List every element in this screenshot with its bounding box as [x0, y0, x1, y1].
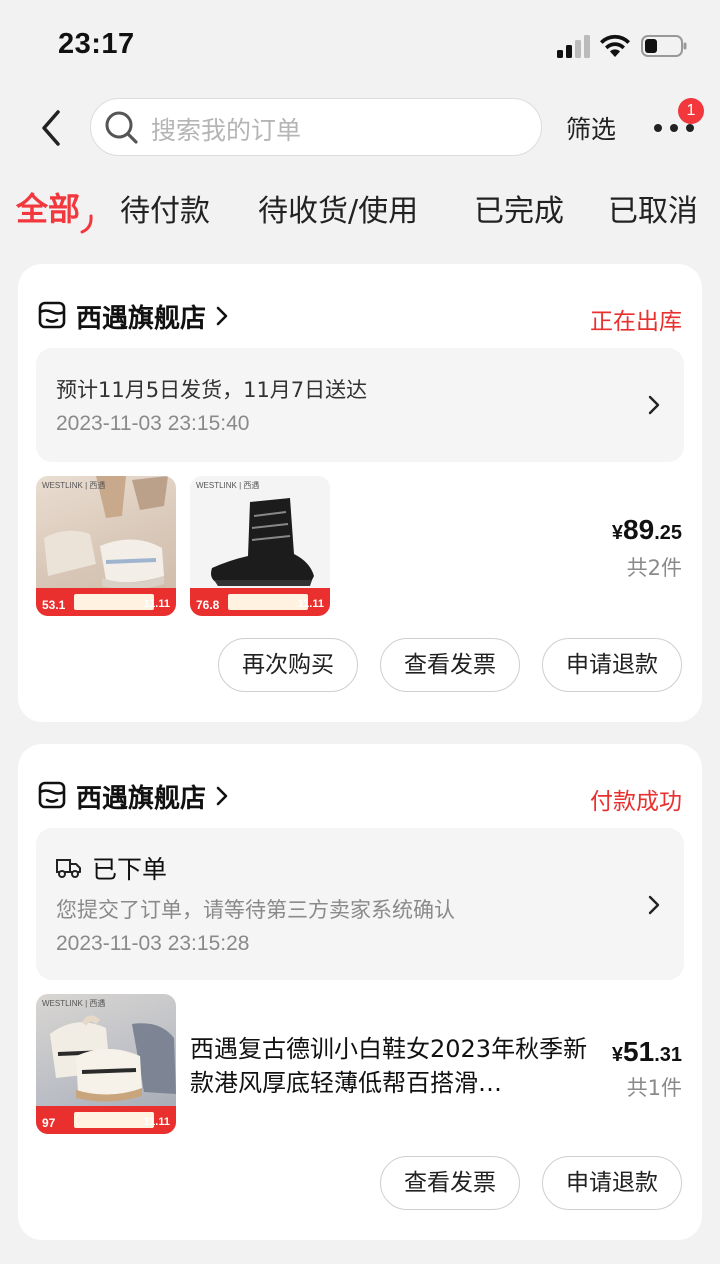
view-invoice-button[interactable]: 查看发票 [380, 1156, 520, 1210]
tab-cancelled[interactable]: 已取消 [608, 186, 698, 230]
wifi-icon [600, 34, 630, 57]
store-name: 西遇旗舰店 [76, 784, 207, 814]
order-tabs: 全部 待付款 待收货/使用 已完成 已取消 [0, 180, 720, 240]
progress-description: 您提交了订单，请等待第三方卖家系统确认 [56, 898, 455, 922]
request-refund-button[interactable]: 申请退款 [542, 1156, 682, 1210]
thumb-price: 97 [40, 1116, 58, 1130]
brand-label: WESTLINK | 西遇 [42, 481, 106, 490]
more-dot [686, 124, 694, 132]
item-count: 共2件 [626, 556, 682, 580]
status-bar: 23:17 [0, 0, 720, 92]
more-dot [670, 124, 678, 132]
status-time: 23:17 [58, 28, 135, 60]
order-timestamp: 2023-11-03 23:15:28 [56, 932, 250, 955]
thumb-price: 53.1 [40, 598, 68, 612]
notification-badge: 1 [678, 98, 704, 124]
product-thumbnail[interactable]: WESTLINK | 西遇 53.1 11.11 [36, 476, 176, 616]
brand-label: WESTLINK | 西遇 [42, 999, 106, 1008]
battery-icon [641, 35, 687, 57]
order-progress-info[interactable]: 已下单 您提交了订单，请等待第三方卖家系统确认 2023-11-03 23:15… [36, 828, 684, 980]
order-status: 付款成功 [590, 789, 682, 815]
chevron-right-icon [648, 395, 660, 415]
price-integer: 51 [623, 1036, 655, 1067]
promo-tag [74, 594, 154, 610]
active-tab-indicator [80, 214, 93, 234]
product-title[interactable]: 西遇复古德训小白鞋女2023年秋季新款港风厚底轻薄低帮百搭滑… [190, 1032, 590, 1100]
search-placeholder: 搜索我的订单 [151, 116, 302, 145]
promo-tag [228, 594, 308, 610]
cellular-signal-icon [557, 35, 590, 58]
more-dot [654, 124, 662, 132]
delivery-truck-icon [56, 859, 81, 878]
delivery-estimate: 预计11月5日发货，11月7日送达 [56, 378, 368, 402]
order-card[interactable]: 西遇旗舰店 付款成功 已下单 您提交了订单，请等待第三方卖家系统确认 2023-… [18, 744, 702, 1240]
promo-tag [74, 1112, 154, 1128]
chevron-right-icon [216, 786, 228, 806]
order-price: ¥51.31 [612, 1036, 682, 1068]
filter-button[interactable]: 筛选 [566, 110, 616, 146]
tab-pending-payment[interactable]: 待付款 [120, 186, 210, 230]
buy-again-button[interactable]: 再次购买 [218, 638, 358, 692]
view-invoice-button[interactable]: 查看发票 [380, 638, 520, 692]
tab-pending-receipt[interactable]: 待收货/使用 [258, 186, 418, 230]
store-name: 西遇旗舰店 [76, 304, 207, 334]
request-refund-button[interactable]: 申请退款 [542, 638, 682, 692]
product-thumbnail[interactable]: WESTLINK | 西遇 76.8 11.11 [190, 476, 330, 616]
store-icon [38, 301, 66, 329]
tab-completed[interactable]: 已完成 [474, 186, 564, 230]
chevron-right-icon [648, 895, 660, 915]
product-thumbnail[interactable]: WESTLINK | 西遇 97 11.11 [36, 994, 176, 1134]
currency-symbol: ¥ [611, 1044, 624, 1066]
back-button[interactable] [34, 104, 70, 152]
item-count: 共1件 [626, 1076, 682, 1100]
thumb-badge: 11.11 [143, 1116, 170, 1128]
currency-symbol: ¥ [611, 522, 624, 544]
thumb-price: 76.8 [194, 598, 222, 612]
chevron-right-icon [216, 306, 228, 326]
shipping-info[interactable]: 预计11月5日发货，11月7日送达 2023-11-03 23:15:40 [36, 348, 684, 462]
progress-title: 已下单 [92, 855, 168, 884]
brand-label: WESTLINK | 西遇 [196, 481, 260, 490]
thumb-badge: 11.11 [143, 598, 170, 610]
store-icon [38, 781, 66, 809]
tab-all[interactable]: 全部 [16, 184, 80, 230]
order-timestamp: 2023-11-03 23:15:40 [56, 412, 250, 435]
search-icon [105, 111, 138, 144]
price-decimal: .25 [654, 522, 682, 544]
search-input[interactable]: 搜索我的订单 [90, 98, 542, 156]
thumb-badge: 11.11 [297, 598, 324, 610]
order-status: 正在出库 [590, 309, 682, 335]
price-decimal: .31 [654, 1044, 682, 1066]
order-price: ¥89.25 [612, 514, 682, 546]
price-integer: 89 [623, 514, 655, 545]
order-card[interactable]: 西遇旗舰店 正在出库 预计11月5日发货，11月7日送达 2023-11-03 … [18, 264, 702, 722]
